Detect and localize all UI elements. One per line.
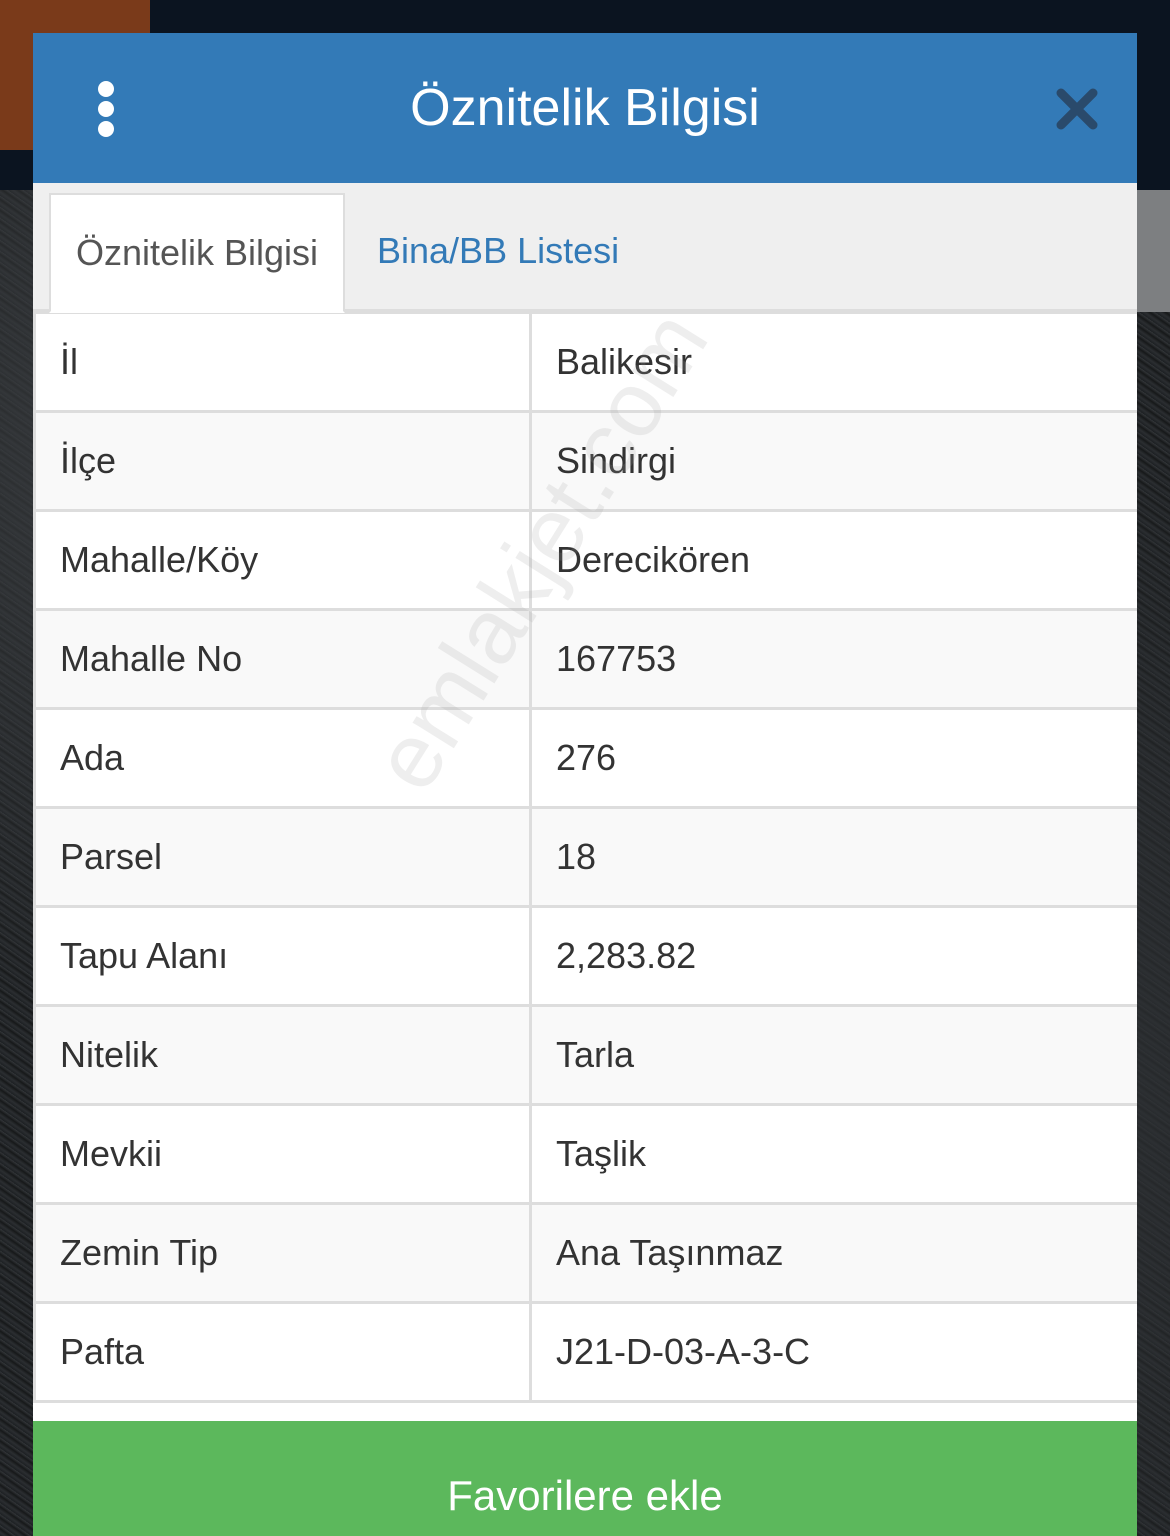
row-label: Pafta xyxy=(33,1301,532,1403)
row-value: Tarla xyxy=(529,1004,1137,1106)
background-side-tab xyxy=(1137,190,1170,312)
modal-header: Öznitelik Bilgisi xyxy=(33,33,1137,183)
row-value: Sindirgi xyxy=(529,410,1137,512)
table-row: Ada 276 xyxy=(33,707,1137,809)
row-label: Mahalle/Köy xyxy=(33,509,532,611)
table-row: Zemin Tip Ana Taşınmaz xyxy=(33,1202,1137,1304)
attribute-info-modal: Öznitelik Bilgisi Öznitelik Bilgisi Bina… xyxy=(33,33,1137,1536)
attribute-table: İl Balikesir İlçe Sindirgi Mahalle/Köy D… xyxy=(33,311,1137,1403)
modal-title: Öznitelik Bilgisi xyxy=(410,79,760,137)
row-value: Derecikören xyxy=(529,509,1137,611)
row-label: İl xyxy=(33,311,532,413)
row-value: Ana Taşınmaz xyxy=(529,1202,1137,1304)
row-value: J21-D-03-A-3-C xyxy=(529,1301,1137,1403)
table-row: Parsel 18 xyxy=(33,806,1137,908)
row-value: 167753 xyxy=(529,608,1137,710)
tab-bar: Öznitelik Bilgisi Bina/BB Listesi xyxy=(33,183,1137,313)
vertical-dots-icon[interactable] xyxy=(91,81,121,137)
table-row: Mevkii Taşlik xyxy=(33,1103,1137,1205)
row-label: Zemin Tip xyxy=(33,1202,532,1304)
table-row: Mahalle/Köy Derecikören xyxy=(33,509,1137,611)
row-label: Mahalle No xyxy=(33,608,532,710)
table-row: İlçe Sindirgi xyxy=(33,410,1137,512)
row-label: Nitelik xyxy=(33,1004,532,1106)
row-value: 18 xyxy=(529,806,1137,908)
table-row: Nitelik Tarla xyxy=(33,1004,1137,1106)
close-icon[interactable] xyxy=(1053,85,1101,133)
row-label: Ada xyxy=(33,707,532,809)
table-row: Mahalle No 167753 xyxy=(33,608,1137,710)
row-label: Parsel xyxy=(33,806,532,908)
tab-building-list[interactable]: Bina/BB Listesi xyxy=(377,193,677,309)
table-row: Pafta J21-D-03-A-3-C xyxy=(33,1301,1137,1403)
tab-attribute-info[interactable]: Öznitelik Bilgisi xyxy=(49,193,345,313)
row-value: 276 xyxy=(529,707,1137,809)
row-value: 2,283.82 xyxy=(529,905,1137,1007)
row-label: İlçe xyxy=(33,410,532,512)
add-to-favorites-button[interactable]: Favorilere ekle xyxy=(33,1421,1137,1536)
table-row: İl Balikesir xyxy=(33,311,1137,413)
row-value: Balikesir xyxy=(529,311,1137,413)
row-value: Taşlik xyxy=(529,1103,1137,1205)
row-label: Tapu Alanı xyxy=(33,905,532,1007)
table-row: Tapu Alanı 2,283.82 xyxy=(33,905,1137,1007)
row-label: Mevkii xyxy=(33,1103,532,1205)
